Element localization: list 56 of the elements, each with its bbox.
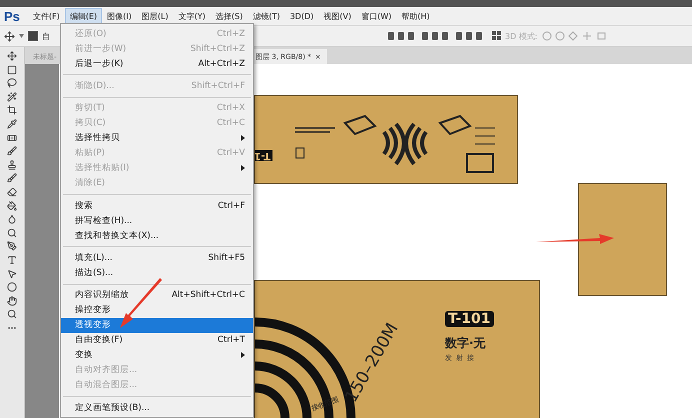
menu-title[interactable]: 选择(S) (210, 8, 248, 24)
arrow-drawing (118, 278, 162, 328)
eyedropper-icon[interactable] (7, 118, 17, 129)
magnifier-icon[interactable] (7, 228, 17, 238)
pointer-icon[interactable] (7, 268, 17, 278)
bandage-icon[interactable] (7, 132, 17, 143)
lasso-icon[interactable] (7, 78, 17, 88)
hand-icon[interactable] (7, 296, 17, 306)
menu-item[interactable]: 拼写检查(H)... (61, 213, 253, 228)
menu-item[interactable]: 描边(S)... (61, 266, 253, 280)
ellipse-icon[interactable] (7, 282, 17, 292)
menu-title[interactable]: 文字(Y) (173, 8, 210, 24)
menu-title[interactable]: 图像(I) (102, 8, 137, 24)
menu-title[interactable]: 帮助(H) (396, 8, 435, 24)
menu-title[interactable]: 视图(V) (318, 8, 356, 24)
menu-title[interactable]: 窗口(W) (356, 8, 396, 24)
zoom-icon[interactable] (7, 309, 17, 320)
menu-item[interactable]: 填充(L)... Shift+F5 (61, 250, 253, 266)
caret-icon[interactable] (19, 34, 24, 38)
submenu-arrow-icon (241, 135, 245, 142)
menu-title[interactable]: 图层(L) (136, 8, 174, 24)
mode-label: 3D 模式: (505, 30, 538, 42)
crop-icon[interactable] (7, 105, 17, 116)
model-label: T-1 (255, 150, 272, 161)
brush-icon[interactable] (7, 173, 17, 184)
checkbox-label: 自 (42, 30, 50, 42)
menu-title[interactable]: 3D(D) (284, 8, 319, 24)
submenu-arrow-icon (241, 352, 245, 358)
move-icon[interactable] (4, 30, 15, 42)
menu-item[interactable]: 定义画笔预设(B)... (61, 400, 253, 416)
pen-icon[interactable] (7, 241, 17, 252)
app-logo: Ps (4, 8, 20, 24)
menu-item[interactable]: 搜索 Ctrl+F (61, 198, 253, 214)
menu-item[interactable]: 自由变换(F) Ctrl+T (61, 332, 253, 348)
move-icon[interactable] (7, 51, 17, 61)
menu-item[interactable]: 操控变形 (61, 302, 253, 318)
eraser-icon[interactable] (7, 186, 17, 197)
model-label: T-101 (445, 311, 494, 327)
menu-title[interactable]: 文件(F) (28, 8, 65, 24)
menu-item[interactable]: 透视变形 (61, 318, 253, 333)
menu-title[interactable]: 滤镜(T) (248, 8, 285, 24)
menu-title[interactable]: 编辑(E) (64, 8, 102, 24)
product-title: 数字·无 (445, 335, 486, 352)
brush-icon[interactable] (7, 146, 17, 156)
menu-item[interactable]: 查找和替换文本(X)... (61, 228, 253, 244)
menu-item[interactable]: 变换 (61, 348, 253, 363)
paint-bucket-icon[interactable] (7, 200, 17, 211)
distribute-icon[interactable] (492, 31, 501, 41)
menu-item[interactable]: 内容识别缩放 Alt+Shift+Ctrl+C (61, 288, 253, 303)
checkbox[interactable] (28, 31, 38, 41)
marquee-icon[interactable] (7, 64, 17, 75)
type-icon[interactable] (7, 254, 17, 265)
menu-item[interactable]: 选择性拷贝 (61, 130, 253, 146)
submenu-arrow-icon (241, 165, 245, 172)
droplet-icon[interactable] (7, 214, 17, 224)
stamp-icon[interactable] (7, 160, 17, 170)
